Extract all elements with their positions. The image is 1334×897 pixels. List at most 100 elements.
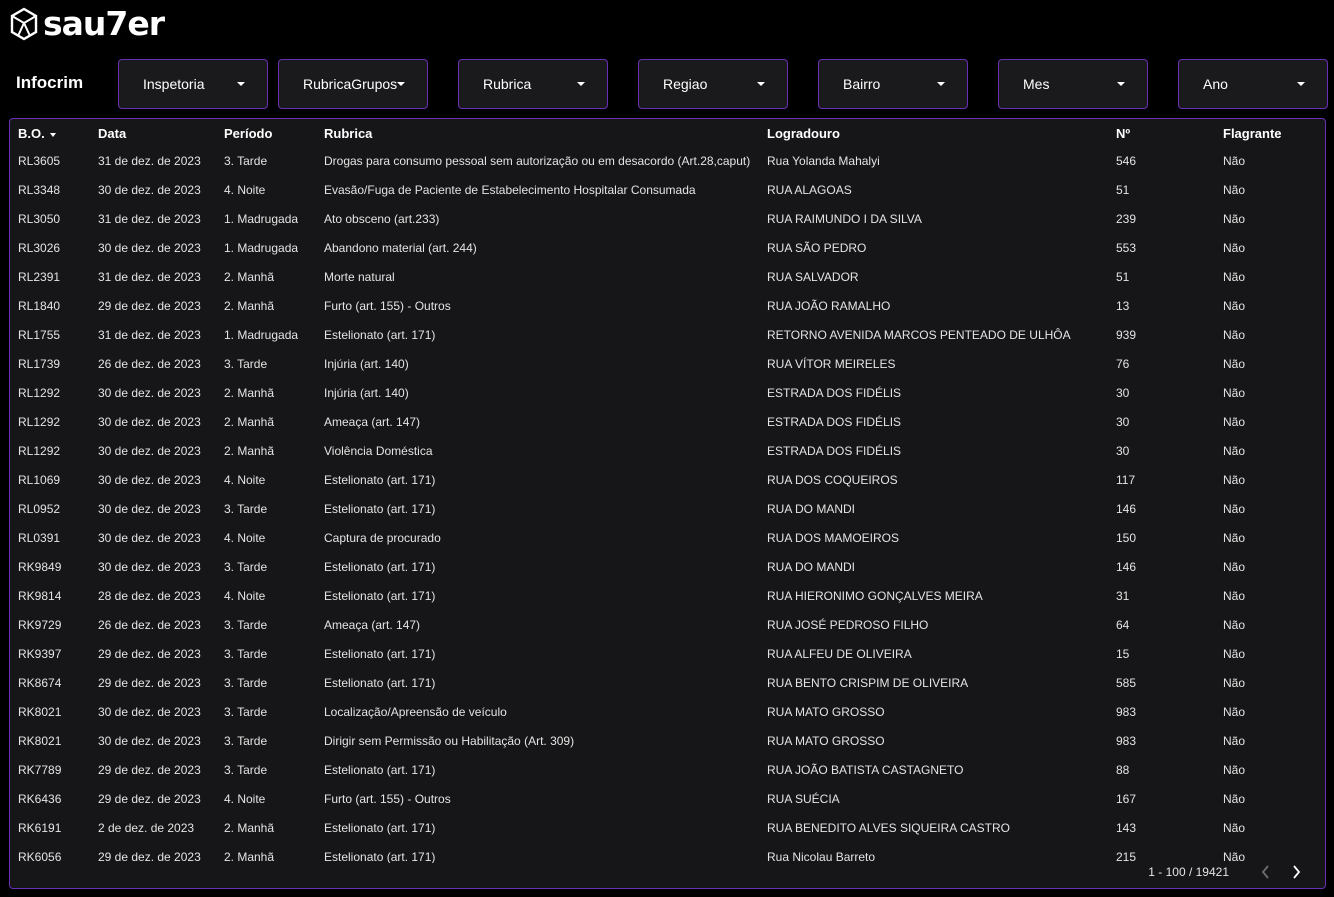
chevron-down-icon <box>1117 82 1125 86</box>
cell-periodo: 4. Noite <box>224 183 266 197</box>
cell-data: 30 de dez. de 2023 <box>98 473 201 487</box>
next-page-button[interactable] <box>1281 862 1311 882</box>
cell-periodo: 2. Manhã <box>224 299 275 313</box>
cell-flagrante: Não <box>1223 821 1246 835</box>
column-header-rubrica[interactable]: Rubrica <box>324 126 754 141</box>
cell-data: 31 de dez. de 2023 <box>98 154 201 168</box>
table-row[interactable]: RL3050 31 de dez. de 2023 1. Madrugada Ato … <box>10 205 1325 234</box>
cell-data: 26 de dez. de 2023 <box>98 618 201 632</box>
cell-logradouro: RUA SUÉCIA <box>767 792 840 806</box>
cell-flagrante: Não <box>1223 154 1246 168</box>
cell-logradouro: RUA RAIMUNDO I DA SILVA <box>767 212 922 226</box>
table-row[interactable]: RL3605 31 de dez. de 2023 3. Tarde Drogas p… <box>10 147 1325 176</box>
table-row[interactable]: RL1755 31 de dez. de 2023 1. Madrugada Este… <box>10 321 1325 350</box>
cell-periodo: 3. Tarde <box>224 618 268 632</box>
filter-label: Regiao <box>663 76 708 92</box>
column-header-periodo[interactable]: Período <box>224 126 324 141</box>
cell-data: 29 de dez. de 2023 <box>98 850 201 863</box>
cell-flagrante: Não <box>1223 647 1246 661</box>
cell-rubrica: Drogas para consumo pessoal sem autoriza… <box>324 154 751 168</box>
column-header-flagrante[interactable]: Flagrante <box>1223 126 1323 141</box>
table-row[interactable]: RK6436 29 de dez. de 2023 4. Noite Furto (a… <box>10 785 1325 814</box>
cell-data: 29 de dez. de 2023 <box>98 763 201 777</box>
cell-bo: RL1739 <box>18 357 61 371</box>
table-row[interactable]: RL1292 30 de dez. de 2023 2. Manhã Violênci… <box>10 437 1325 466</box>
table-row[interactable]: RK9397 29 de dez. de 2023 3. Tarde Estelion… <box>10 640 1325 669</box>
cell-numero: 983 <box>1116 734 1137 748</box>
cell-rubrica: Estelionato (art. 171) <box>324 763 436 777</box>
column-header-data[interactable]: Data <box>98 126 224 141</box>
table-row[interactable]: RK9849 30 de dez. de 2023 3. Tarde Estelion… <box>10 553 1325 582</box>
cell-logradouro: RUA SÃO PEDRO <box>767 241 867 255</box>
filter-label: Inspetoria <box>143 76 205 92</box>
cell-periodo: 3. Tarde <box>224 357 268 371</box>
cell-numero: 31 <box>1116 589 1130 603</box>
cell-bo: RL3026 <box>18 241 61 255</box>
cell-periodo: 2. Manhã <box>224 386 275 400</box>
table-row[interactable]: RK7789 29 de dez. de 2023 3. Tarde Estelion… <box>10 756 1325 785</box>
table-row[interactable]: RK6191 2 de dez. de 2023 2. Manhã Esteliona… <box>10 814 1325 843</box>
table-row[interactable]: RL3348 30 de dez. de 2023 4. Noite Evasão/F… <box>10 176 1325 205</box>
cell-flagrante: Não <box>1223 676 1246 690</box>
cell-flagrante: Não <box>1223 212 1246 226</box>
table-row[interactable]: RL1292 30 de dez. de 2023 2. Manhã Injúria … <box>10 379 1325 408</box>
table-row[interactable]: RL3026 30 de dez. de 2023 1. Madrugada Aban… <box>10 234 1325 263</box>
column-header-label: B.O. <box>18 126 45 141</box>
cell-numero: 150 <box>1116 531 1137 545</box>
cell-periodo: 1. Madrugada <box>224 212 299 226</box>
filter-bairro[interactable]: Bairro <box>818 59 968 109</box>
cell-bo: RL3348 <box>18 183 61 197</box>
cell-periodo: 3. Tarde <box>224 705 268 719</box>
cell-rubrica: Furto (art. 155) - Outros <box>324 299 451 313</box>
cell-rubrica: Estelionato (art. 171) <box>324 473 436 487</box>
filter-rubrica-grupos[interactable]: RubricaGrupos <box>278 59 428 109</box>
filter-ano[interactable]: Ano <box>1178 59 1328 109</box>
table-row[interactable]: RK8021 30 de dez. de 2023 3. Tarde Localiza… <box>10 698 1325 727</box>
cell-flagrante: Não <box>1223 473 1246 487</box>
cell-numero: 76 <box>1116 357 1130 371</box>
table-row[interactable]: RL1840 29 de dez. de 2023 2. Manhã Furto (a… <box>10 292 1325 321</box>
table-row[interactable]: RK8021 30 de dez. de 2023 3. Tarde Dirigir … <box>10 727 1325 756</box>
table-row[interactable]: RK8674 29 de dez. de 2023 3. Tarde Estelion… <box>10 669 1325 698</box>
previous-page-button[interactable] <box>1251 862 1281 882</box>
cell-rubrica: Estelionato (art. 171) <box>324 676 436 690</box>
cell-periodo: 3. Tarde <box>224 502 268 516</box>
table-row[interactable]: RK9729 26 de dez. de 2023 3. Tarde Ameaça (… <box>10 611 1325 640</box>
cell-flagrante: Não <box>1223 560 1246 574</box>
table-row[interactable]: RL1739 26 de dez. de 2023 3. Tarde Injúria … <box>10 350 1325 379</box>
cell-periodo: 2. Manhã <box>224 821 275 835</box>
cell-bo: RL1840 <box>18 299 61 313</box>
cell-numero: 30 <box>1116 415 1130 429</box>
cell-bo: RL1292 <box>18 444 61 458</box>
table-row[interactable]: RL0952 30 de dez. de 2023 3. Tarde Estelion… <box>10 495 1325 524</box>
column-header-numero[interactable]: Nº <box>1116 126 1216 141</box>
filter-regiao[interactable]: Regiao <box>638 59 788 109</box>
cell-data: 28 de dez. de 2023 <box>98 589 201 603</box>
table-row[interactable]: RK6056 29 de dez. de 2023 2. Manhã Estelion… <box>10 843 1325 863</box>
cell-rubrica: Morte natural <box>324 270 395 284</box>
cell-logradouro: ESTRADA DOS FIDÉLIS <box>767 444 902 458</box>
table-row[interactable]: RL2391 31 de dez. de 2023 2. Manhã Morte na… <box>10 263 1325 292</box>
cell-data: 30 de dez. de 2023 <box>98 531 201 545</box>
column-header-bo[interactable]: B.O. <box>18 126 98 141</box>
cell-logradouro: RUA DOS MAMOEIROS <box>767 531 900 545</box>
cell-logradouro: RUA ALAGOAS <box>767 183 852 197</box>
filter-inspetoria[interactable]: Inspetoria <box>118 59 268 109</box>
filter-label: Bairro <box>843 76 881 92</box>
filter-mes[interactable]: Mes <box>998 59 1148 109</box>
cell-logradouro: RUA JOSÉ PEDROSO FILHO <box>767 618 929 632</box>
table-row[interactable]: RL1292 30 de dez. de 2023 2. Manhã Ameaça (… <box>10 408 1325 437</box>
cell-data: 26 de dez. de 2023 <box>98 357 201 371</box>
table-row[interactable]: RL1069 30 de dez. de 2023 4. Noite Estelion… <box>10 466 1325 495</box>
filter-label: Ano <box>1203 76 1228 92</box>
cell-rubrica: Ameaça (art. 147) <box>324 618 421 632</box>
cell-numero: 117 <box>1116 473 1136 487</box>
cell-periodo: 3. Tarde <box>224 676 268 690</box>
cell-bo: RL1292 <box>18 386 61 400</box>
filter-rubrica[interactable]: Rubrica <box>458 59 608 109</box>
column-header-logradouro[interactable]: Logradouro <box>767 126 1112 141</box>
table-row[interactable]: RK9814 28 de dez. de 2023 4. Noite Estelion… <box>10 582 1325 611</box>
cell-flagrante: Não <box>1223 241 1246 255</box>
cell-rubrica: Abandono material (art. 244) <box>324 241 477 255</box>
table-row[interactable]: RL0391 30 de dez. de 2023 4. Noite Captura … <box>10 524 1325 553</box>
